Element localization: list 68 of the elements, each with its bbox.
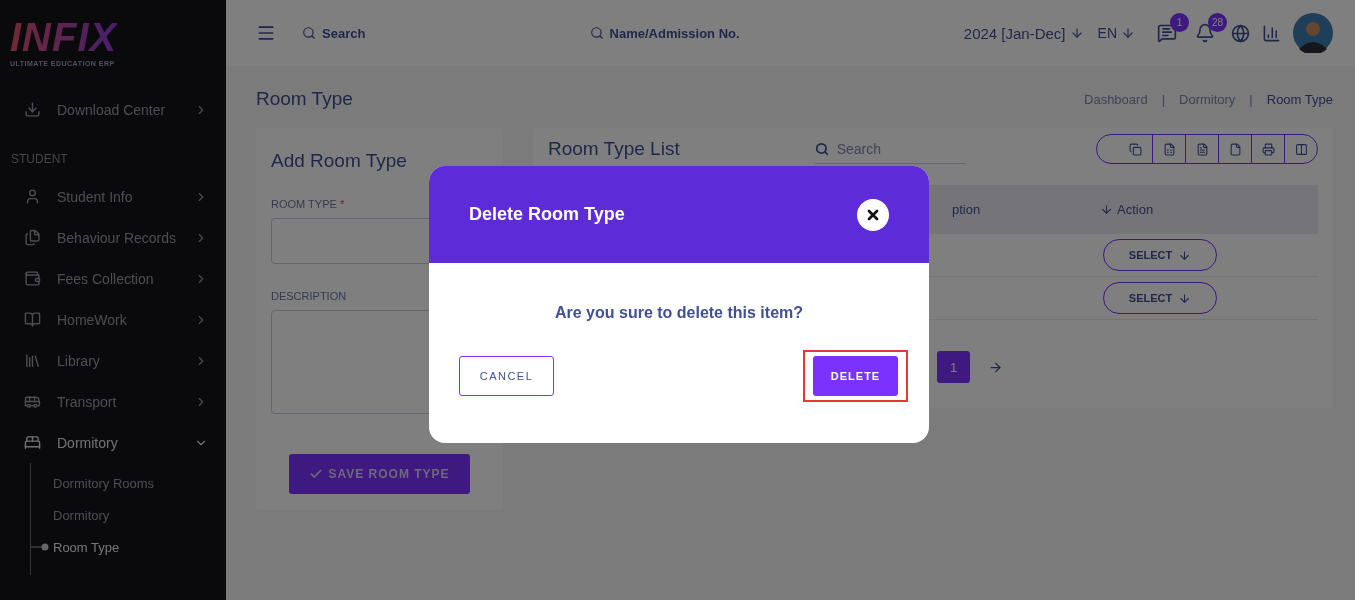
menu-icon[interactable] (256, 23, 276, 43)
dialog-message: Are you sure to delete this item? (553, 304, 805, 322)
field-label: ROOM TYPE * (271, 198, 346, 210)
close-button[interactable] (857, 198, 889, 231)
delete-button[interactable]: DELETE (813, 356, 898, 396)
dialog-title: Delete Room Type (469, 204, 625, 225)
student-search-field[interactable]: Name/Admission No. (589, 25, 740, 41)
breadcrumb-link[interactable]: Dashboard (1084, 91, 1148, 107)
card-title: Room Type List (548, 138, 680, 160)
notification-badge: 28 (1208, 13, 1227, 32)
sidebar-item[interactable]: HomeWork (0, 299, 226, 340)
submenu-item[interactable]: Dormitory Rooms (53, 475, 155, 491)
globe-icon[interactable] (1231, 23, 1250, 43)
list-search-field[interactable]: Search (814, 134, 965, 164)
breadcrumb-separator: | (1249, 91, 1253, 107)
copy-icon (1129, 142, 1142, 156)
sidebar-item[interactable]: Fees Collection (0, 258, 226, 299)
arrow-down-icon (1121, 26, 1135, 40)
language-select[interactable]: EN (1097, 25, 1135, 41)
select-button[interactable]: SELECT (1103, 282, 1217, 314)
avatar[interactable] (1293, 13, 1333, 53)
sort-icon (1100, 203, 1113, 216)
sidebar-item[interactable]: Dormitory (0, 422, 226, 463)
session-select[interactable]: 2024 [Jan-Dec] (963, 24, 1084, 42)
books-icon (24, 352, 41, 369)
field-label: DESCRIPTION (271, 290, 348, 302)
book-icon (24, 311, 41, 328)
bullet-icon (31, 543, 49, 551)
message-badge: 1 (1170, 13, 1189, 32)
chart-icon[interactable] (1262, 23, 1281, 43)
sidebar-item[interactable]: Student Info (0, 176, 226, 217)
spreadsheet-icon (1162, 142, 1176, 156)
search-icon (814, 141, 829, 156)
files-icon (24, 229, 41, 246)
search-icon (589, 26, 604, 40)
bed-icon (24, 434, 41, 451)
download-icon (24, 101, 41, 118)
sidebar-item[interactable]: Download Center (0, 89, 226, 130)
column-header[interactable]: Action (1088, 202, 1318, 217)
next-page-button[interactable] (988, 359, 1003, 375)
arrow-down-icon (1178, 248, 1192, 262)
page-title: Room Type (256, 88, 353, 110)
sidebar-item[interactable]: Behaviour Records (0, 217, 226, 258)
search-field[interactable]: Search (302, 25, 366, 41)
document-icon (1195, 142, 1209, 156)
save-button[interactable]: SAVE ROOM TYPE (289, 454, 470, 494)
section-title: STUDENT (10, 151, 69, 168)
search-icon (302, 26, 316, 40)
submenu-item[interactable]: Dormitory (53, 507, 110, 523)
columns-icon (1294, 142, 1308, 156)
arrow-down-icon (1178, 291, 1192, 305)
select-button[interactable]: SELECT (1103, 239, 1217, 271)
user-icon (24, 188, 41, 205)
print-icon (1261, 142, 1275, 156)
page-button[interactable]: 1 (937, 351, 970, 383)
card-title: Add Room Type (271, 150, 408, 172)
arrow-right-icon (988, 359, 1003, 375)
wallet-icon (24, 270, 41, 287)
sidebar-item[interactable]: Transport (0, 381, 226, 422)
breadcrumb-link[interactable]: Dormitory (1179, 91, 1236, 107)
cancel-button[interactable]: CANCEL (459, 356, 554, 396)
check-icon (309, 467, 324, 481)
file-icon (1228, 142, 1242, 156)
message-icon[interactable] (1157, 23, 1177, 43)
sidebar-item[interactable]: Library (0, 340, 226, 381)
breadcrumb-separator: | (1161, 91, 1165, 107)
breadcrumb-link[interactable]: Room Type (1266, 91, 1333, 107)
submenu-item[interactable]: Room Type (53, 539, 120, 555)
